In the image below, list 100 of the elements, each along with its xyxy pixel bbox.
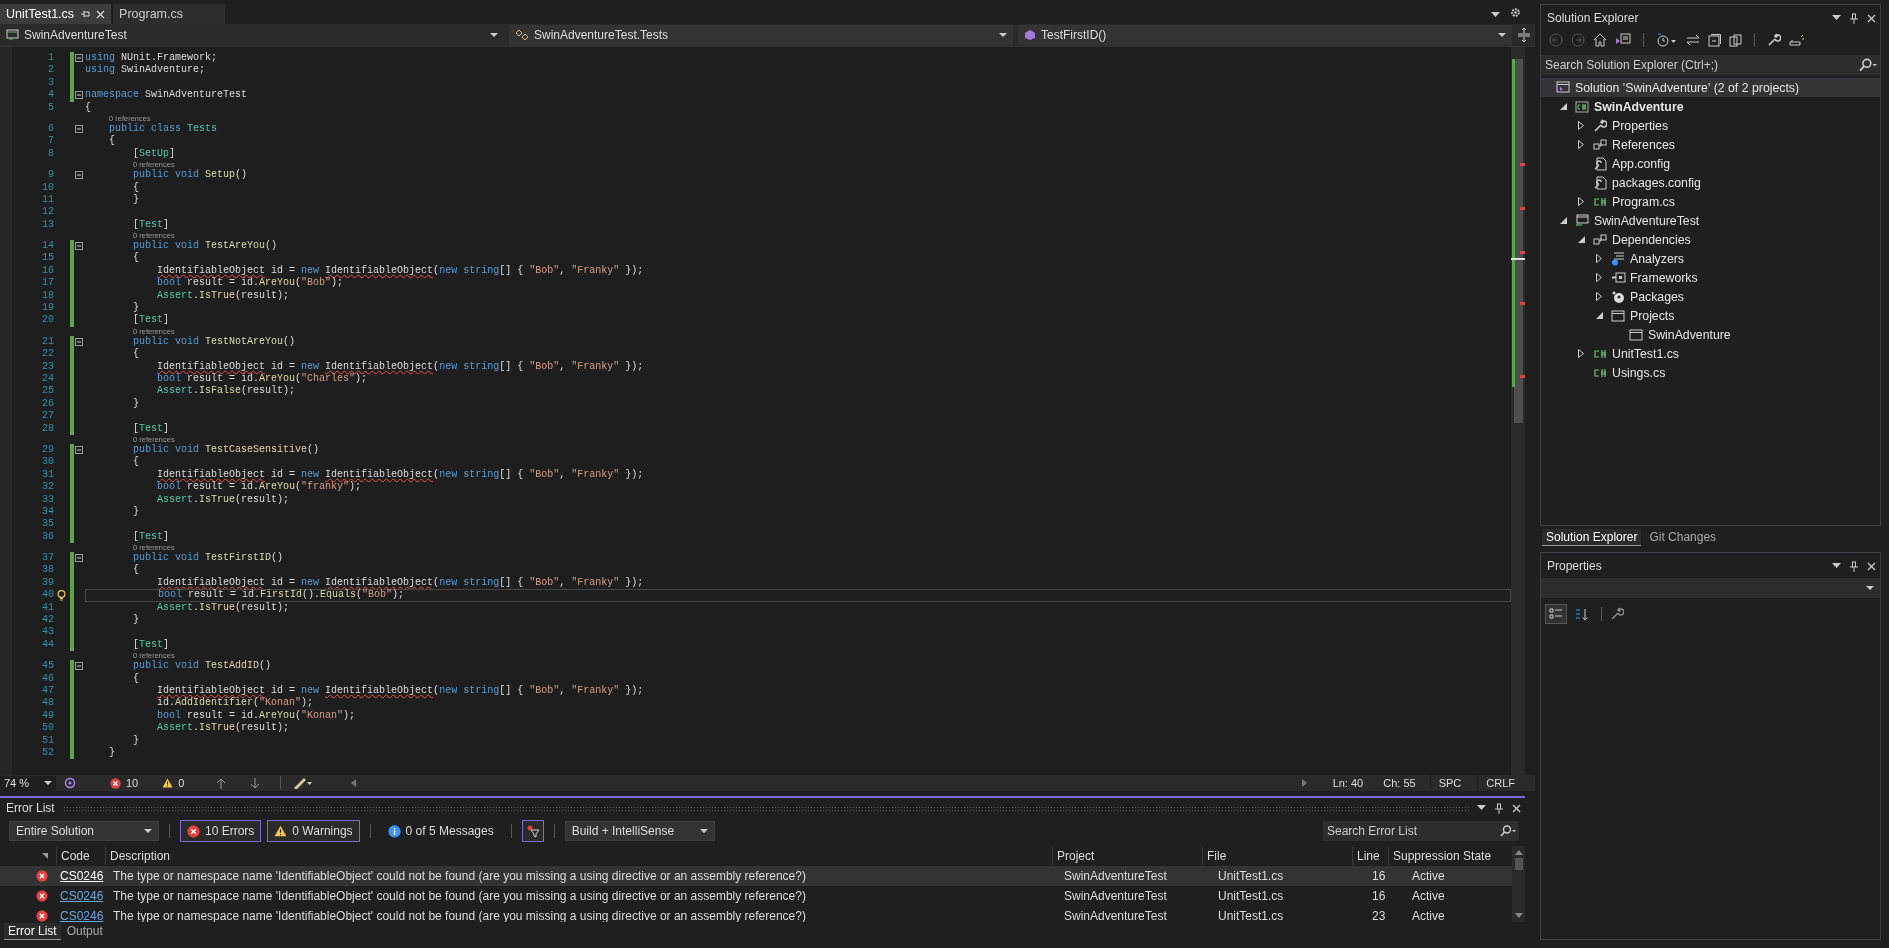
tree-item[interactable]: Dependencies: [1541, 230, 1880, 249]
dropdown-icon[interactable]: [1477, 805, 1486, 811]
collapse-icon[interactable]: [75, 91, 83, 100]
tree-item[interactable]: Packages: [1541, 287, 1880, 306]
search-field[interactable]: Search Solution Explorer (Ctrl+;): [1541, 55, 1856, 75]
panel-tab[interactable]: Error List: [4, 922, 61, 940]
wrench-icon[interactable]: [1767, 33, 1781, 47]
dropdown-icon[interactable]: [1491, 12, 1500, 18]
pin-icon[interactable]: [1849, 560, 1859, 572]
error-code-link[interactable]: CS0246: [56, 869, 109, 883]
tree-item[interactable]: SwinAdventure: [1541, 325, 1880, 344]
column-header[interactable]: Description: [105, 847, 1052, 865]
solution-icon: [1556, 81, 1570, 94]
tree-item[interactable]: Analyzers: [1541, 249, 1880, 268]
code-line: {: [132, 456, 140, 469]
search-field[interactable]: Search Error List: [1323, 821, 1497, 841]
wrench-icon[interactable]: [1610, 607, 1624, 621]
collapse-icon[interactable]: [75, 554, 83, 563]
line-ending-indicator[interactable]: CRLF: [1477, 775, 1523, 791]
indentation-indicator[interactable]: SPC: [1429, 775, 1470, 791]
close-icon[interactable]: [1512, 803, 1521, 813]
tree-item[interactable]: Properties: [1541, 116, 1880, 135]
sync-icon[interactable]: [1686, 34, 1700, 46]
document-tab[interactable]: UnitTest1.cs: [0, 4, 112, 24]
tree-item[interactable]: References: [1541, 135, 1880, 154]
collapse-icon[interactable]: [75, 338, 83, 346]
column-header[interactable]: Line: [1352, 847, 1388, 865]
column-indicator[interactable]: Ch: 55: [1377, 777, 1422, 789]
split-icon[interactable]: [1517, 28, 1531, 42]
tree-item[interactable]: App.config: [1541, 154, 1880, 173]
copilot-icon[interactable]: [64, 777, 76, 789]
pin-icon[interactable]: [80, 9, 91, 19]
error-row[interactable]: CS0246 The type or namespace name 'IdentifiableObject' could not be found (are you missing a using directive or an assembly reference?) SwinAdventureTest UnitTest1.cs 16 Active: [0, 886, 1512, 906]
lightbulb-icon[interactable]: [56, 589, 66, 601]
copy-icon[interactable]: [1729, 33, 1742, 47]
filter-button[interactable]: 10 Errors: [180, 820, 262, 842]
column-header[interactable]: File: [1202, 847, 1352, 865]
collapse-icon[interactable]: [75, 171, 83, 180]
code-line: }: [132, 193, 140, 207]
filter-button[interactable]: 0 Warnings: [267, 820, 360, 842]
code-line: bool result = id.AreYou("Bob");: [156, 277, 345, 290]
close-icon[interactable]: [1867, 561, 1876, 571]
collapse-icon[interactable]: [75, 446, 83, 455]
arrow-up-icon[interactable]: [216, 777, 227, 789]
line-indicator[interactable]: Ln: 40: [1326, 777, 1370, 789]
arrow-down-icon[interactable]: [250, 777, 261, 789]
error-count[interactable]: 10: [126, 777, 139, 789]
tree-item[interactable]: SwinAdventureTest: [1541, 211, 1880, 230]
close-icon[interactable]: [96, 9, 106, 19]
panel-tab[interactable]: Output: [62, 923, 107, 939]
tree-item[interactable]: Usings.cs: [1541, 363, 1880, 382]
vertical-scrollbar[interactable]: [1511, 47, 1525, 775]
class-dropdown[interactable]: SwinAdventureTest.Tests: [509, 25, 1013, 45]
column-header[interactable]: Project: [1052, 847, 1202, 865]
dropdown-icon[interactable]: [1832, 563, 1841, 569]
tree-item[interactable]: packages.config: [1541, 173, 1880, 192]
source-dropdown[interactable]: Build + IntelliSense: [564, 821, 715, 841]
column-header[interactable]: Code: [56, 847, 105, 865]
column-options-icon[interactable]: [42, 853, 48, 859]
filter-toggle-button[interactable]: [521, 820, 544, 842]
error-row[interactable]: CS0246 The type or namespace name 'IdentifiableObject' could not be found (are you missing a using directive or an assembly reference?) SwinAdventureTest UnitTest1.cs 23 Active: [0, 906, 1512, 922]
panel-tab[interactable]: Git Changes: [1645, 529, 1721, 545]
tree-item[interactable]: Projects: [1541, 306, 1880, 325]
tree-item[interactable]: Frameworks: [1541, 268, 1880, 287]
search-icon[interactable]: [1497, 821, 1519, 841]
categorized-button[interactable]: [1545, 604, 1567, 624]
tree-item[interactable]: Program.cs: [1541, 192, 1880, 211]
scope-dropdown[interactable]: Entire Solution: [9, 821, 159, 841]
settings-icon[interactable]: [1510, 7, 1521, 18]
panel-tab[interactable]: Solution Explorer: [1542, 528, 1642, 546]
brush-icon[interactable]: [293, 777, 314, 789]
tree-item[interactable]: SwinAdventure: [1541, 97, 1880, 116]
preview-icon[interactable]: [1789, 34, 1805, 46]
document-tab[interactable]: Program.cs: [113, 4, 226, 24]
collapse-all-icon[interactable]: [1708, 33, 1721, 47]
close-icon[interactable]: [1867, 13, 1876, 23]
history-icon[interactable]: [1656, 33, 1678, 47]
project-dropdown[interactable]: SwinAdventureTest: [0, 25, 504, 45]
switch-views-icon[interactable]: [1615, 33, 1631, 47]
vertical-scrollbar[interactable]: [1512, 846, 1525, 922]
collapse-icon[interactable]: [75, 242, 83, 251]
error-code-link[interactable]: CS0246: [56, 909, 109, 922]
collapse-icon[interactable]: [75, 54, 83, 63]
dropdown-icon[interactable]: [1832, 15, 1841, 21]
collapse-icon[interactable]: [75, 125, 83, 134]
home-icon[interactable]: [1593, 33, 1607, 47]
tree-item[interactable]: Solution 'SwinAdventure' (2 of 2 projects): [1541, 78, 1880, 97]
filter-button[interactable]: 0 of 5 Messages: [380, 820, 501, 842]
collapse-icon[interactable]: [75, 662, 83, 671]
warning-count[interactable]: 0: [178, 777, 185, 789]
pin-icon[interactable]: [1849, 12, 1859, 24]
error-code-link[interactable]: CS0246: [56, 889, 109, 903]
error-icon[interactable]: [110, 777, 121, 789]
error-row[interactable]: CS0246 The type or namespace name 'IdentifiableObject' could not be found (are you missing a using directive or an assembly reference?) SwinAdventureTest UnitTest1.cs 16 Active: [0, 866, 1512, 886]
search-icon[interactable]: [1856, 55, 1880, 75]
member-dropdown[interactable]: TestFirstID(): [1018, 25, 1512, 45]
warning-icon[interactable]: [162, 778, 174, 788]
zoom-dropdown[interactable]: 74 %: [0, 775, 56, 791]
pin-icon[interactable]: [1494, 802, 1504, 814]
tree-item[interactable]: UnitTest1.cs: [1541, 344, 1880, 363]
